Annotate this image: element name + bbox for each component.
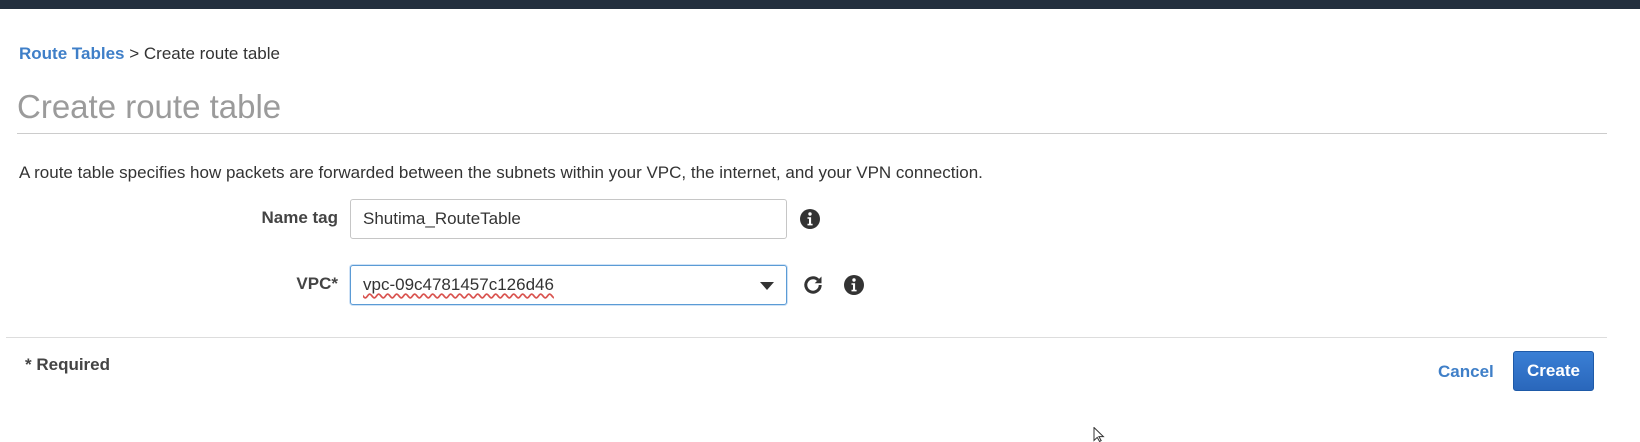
- refresh-icon[interactable]: [801, 273, 825, 297]
- name-tag-value: Shutima_RouteTable: [363, 209, 521, 228]
- breadcrumb-separator: >: [129, 44, 140, 63]
- title-divider: [17, 133, 1607, 134]
- breadcrumb-current: Create route table: [143, 44, 280, 63]
- name-tag-input[interactable]: Shutima_RouteTable: [350, 199, 787, 239]
- required-note: * Required: [25, 355, 111, 374]
- cancel-button[interactable]: Cancel: [1438, 362, 1494, 382]
- mouse-pointer-icon: [1093, 427, 1105, 442]
- name-tag-label: Name tag: [261, 208, 338, 227]
- info-circle-icon[interactable]: [799, 208, 821, 230]
- page-title: Create route table: [17, 88, 282, 125]
- vpc-value: vpc-09c4781457c126d46: [363, 275, 554, 294]
- top-nav-bar: [0, 0, 1640, 9]
- create-button[interactable]: Create: [1513, 351, 1594, 391]
- breadcrumb: Route Tables > Create route table: [19, 44, 280, 64]
- footer-divider: [6, 337, 1607, 338]
- vpc-select[interactable]: vpc-09c4781457c126d46: [350, 265, 787, 305]
- caret-down-icon[interactable]: [760, 282, 774, 290]
- info-circle-icon[interactable]: [843, 274, 865, 296]
- page-description: A route table specifies how packets are …: [19, 163, 983, 182]
- vpc-label: VPC*: [296, 274, 338, 293]
- breadcrumb-route-tables-link[interactable]: Route Tables: [19, 44, 124, 63]
